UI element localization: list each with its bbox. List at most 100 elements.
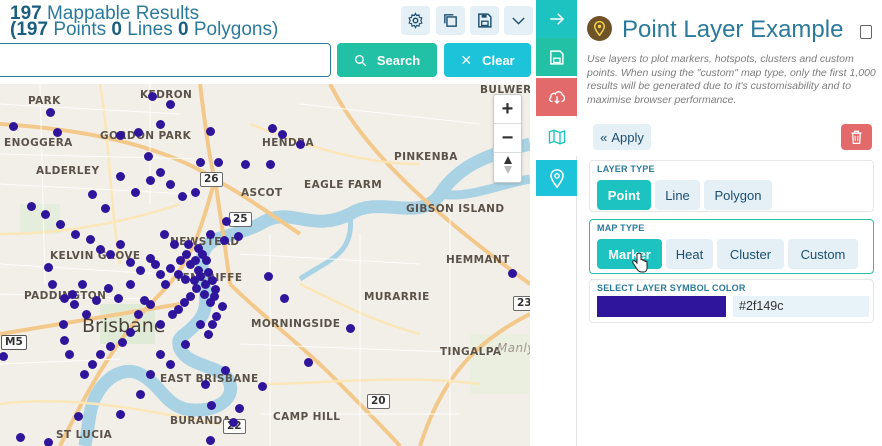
map-marker[interactable] (155, 349, 165, 359)
map-marker[interactable] (183, 239, 193, 249)
map-marker[interactable] (40, 209, 50, 219)
save-query-button[interactable] (470, 6, 499, 35)
map-marker[interactable] (257, 381, 267, 391)
map-marker[interactable] (115, 171, 125, 181)
map-marker[interactable] (159, 229, 169, 239)
map-marker[interactable] (115, 239, 125, 249)
map-marker[interactable] (206, 400, 216, 410)
map-marker[interactable] (103, 283, 113, 293)
map-marker[interactable] (135, 389, 145, 399)
map-marker[interactable] (200, 379, 210, 389)
map-marker[interactable] (201, 255, 211, 265)
map-marker[interactable] (169, 239, 179, 249)
map-marker[interactable] (190, 187, 200, 197)
map-marker[interactable] (279, 293, 289, 303)
search-button[interactable]: Search (337, 43, 437, 77)
map-marker[interactable] (43, 437, 53, 446)
map-marker[interactable] (295, 139, 305, 149)
map-marker[interactable] (100, 203, 110, 213)
map-marker[interactable] (43, 262, 53, 272)
map-marker[interactable] (26, 201, 36, 211)
map-marker[interactable] (8, 121, 18, 131)
book-icon[interactable] (860, 25, 872, 39)
apply-button[interactable]: « Apply (593, 124, 651, 150)
map-canvas[interactable]: PARK ENOGGERA GORDON PARK KEDRON HENDRA … (0, 84, 530, 446)
map-marker[interactable] (15, 432, 25, 442)
map-marker[interactable] (47, 279, 57, 289)
map-marker[interactable] (207, 319, 217, 329)
map-marker[interactable] (145, 175, 155, 185)
map-marker[interactable] (95, 349, 105, 359)
map-marker[interactable] (95, 244, 105, 254)
map-marker[interactable] (135, 265, 145, 275)
map-marker[interactable] (59, 335, 69, 345)
map-marker[interactable] (81, 309, 91, 319)
map-marker[interactable] (228, 417, 238, 427)
map-marker[interactable] (125, 257, 135, 267)
map-marker[interactable] (52, 127, 62, 137)
map-marker[interactable] (155, 167, 165, 177)
map-marker[interactable] (105, 341, 115, 351)
map-marker[interactable] (345, 323, 355, 333)
map-marker[interactable] (155, 119, 165, 129)
map-marker[interactable] (67, 289, 77, 299)
map-marker[interactable] (180, 339, 190, 349)
map-marker[interactable] (195, 319, 205, 329)
map-marker[interactable] (147, 91, 157, 101)
map-marker[interactable] (263, 271, 273, 281)
map-marker[interactable] (267, 123, 277, 133)
map-marker[interactable] (85, 234, 95, 244)
rail-save-button[interactable] (536, 38, 577, 76)
zoom-out-button[interactable]: − (494, 124, 521, 153)
map-type-marker[interactable]: Marker (597, 239, 662, 269)
settings-button[interactable] (401, 6, 430, 35)
rail-download-button[interactable] (536, 78, 577, 116)
rail-point-layer-button[interactable] (536, 160, 577, 196)
map-marker[interactable] (133, 309, 143, 319)
reset-bearing-button[interactable] (494, 153, 521, 182)
clear-button[interactable]: ✕ Clear (444, 43, 531, 77)
map-marker[interactable] (195, 157, 205, 167)
map-marker[interactable] (167, 309, 177, 319)
map-marker[interactable] (205, 229, 215, 239)
map-marker[interactable] (155, 319, 165, 329)
map-marker[interactable] (180, 274, 190, 284)
map-marker[interactable] (507, 268, 517, 278)
map-marker[interactable] (145, 369, 155, 379)
map-marker[interactable] (79, 369, 89, 379)
map-marker[interactable] (205, 435, 215, 445)
map-type-custom[interactable]: Custom (788, 239, 858, 269)
map-marker[interactable] (143, 151, 153, 161)
layer-type-point[interactable]: Point (597, 180, 651, 210)
map-marker[interactable] (150, 259, 160, 269)
map-marker[interactable] (175, 255, 185, 265)
map-marker[interactable] (213, 157, 223, 167)
map-marker[interactable] (219, 235, 229, 245)
map-marker[interactable] (233, 231, 243, 241)
map-marker[interactable] (133, 127, 143, 137)
map-marker[interactable] (77, 279, 87, 289)
map-marker[interactable] (277, 129, 287, 139)
zoom-in-button[interactable]: + (494, 95, 521, 124)
map-marker[interactable] (73, 411, 83, 421)
map-marker[interactable] (265, 159, 275, 169)
map-marker[interactable] (117, 337, 127, 347)
map-marker[interactable] (125, 327, 135, 337)
map-marker[interactable] (165, 179, 175, 189)
map-marker[interactable] (64, 349, 74, 359)
map-marker[interactable] (234, 403, 244, 413)
map-type-heat[interactable]: Heat (666, 239, 713, 269)
map-marker[interactable] (113, 293, 123, 303)
map-marker[interactable] (165, 359, 175, 369)
map-marker[interactable] (45, 107, 55, 117)
search-input[interactable] (0, 43, 331, 77)
map-marker[interactable] (87, 189, 97, 199)
map-marker[interactable] (205, 126, 215, 136)
map-marker[interactable] (199, 289, 209, 299)
map-marker[interactable] (189, 275, 199, 285)
map-marker[interactable] (115, 130, 125, 140)
map-marker[interactable] (87, 359, 97, 369)
layer-type-line[interactable]: Line (655, 180, 700, 210)
map-marker[interactable] (240, 159, 250, 169)
color-swatch[interactable] (597, 296, 726, 317)
